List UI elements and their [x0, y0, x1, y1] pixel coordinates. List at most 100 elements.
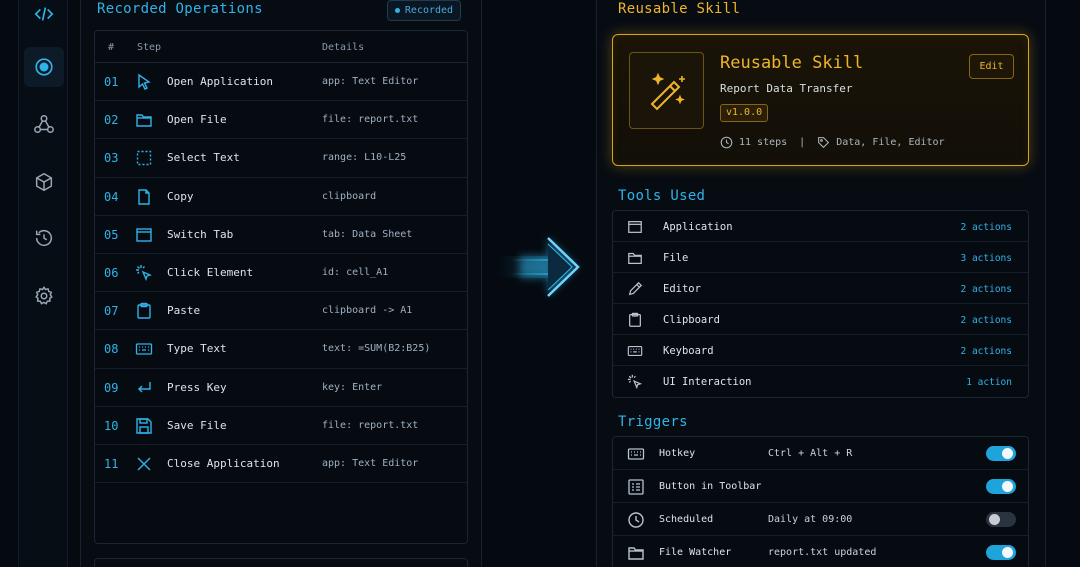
step-details: text: =SUM(B2:B25) [322, 343, 431, 355]
folder-icon [627, 250, 643, 266]
close-icon [135, 455, 153, 473]
tool-name: Application [663, 221, 733, 233]
trigger-row: Hotkey Ctrl + Alt + R [613, 437, 1028, 470]
edit-button[interactable]: Edit [969, 54, 1014, 79]
step-label: Paste [167, 304, 201, 318]
trigger-name: Button in Toolbar [659, 481, 762, 492]
clock-icon [627, 511, 645, 529]
tool-action-count: 2 actions [960, 284, 1012, 295]
step-details: app: Text Editor [322, 457, 419, 469]
tool-name: Clipboard [663, 314, 720, 326]
skill-card[interactable]: Reusable Skill Report Data Transfer v1.0… [612, 34, 1029, 166]
tool-name: File [663, 252, 689, 264]
history-icon[interactable] [24, 218, 64, 258]
recorded-badge: Recorded [387, 0, 461, 21]
table-row[interactable]: 06 Click Element id: cell_A1 [95, 254, 467, 293]
step-number: 04 [104, 189, 119, 204]
tool-row[interactable]: Application 2 actions [613, 211, 1028, 242]
tools-used-list: Application 2 actions File 3 actions Editor 2… [612, 210, 1029, 398]
pencil-icon [627, 281, 643, 297]
tool-row[interactable]: File 3 actions [613, 242, 1028, 273]
tool-name: Keyboard [663, 345, 714, 357]
table-row[interactable]: 09 Press Key key: Enter [95, 369, 467, 407]
recorded-operations-title: Recorded Operations [97, 1, 263, 17]
step-number: 10 [104, 418, 119, 433]
operations-table: # Step Details 01 Open Application app: Te… [94, 30, 468, 544]
column-header-step: Step [137, 42, 162, 53]
trigger-name: Scheduled [659, 514, 714, 525]
copy-icon [135, 188, 153, 206]
step-details: key: Enter [322, 381, 383, 393]
tool-row[interactable]: UI Interaction 1 action [613, 366, 1028, 397]
reusable-skill-section-title: Reusable Skill [618, 1, 741, 17]
code-icon[interactable] [24, 0, 64, 34]
window-icon [627, 219, 643, 235]
keyboard-icon [627, 343, 643, 359]
tool-action-count: 2 actions [960, 315, 1012, 326]
table-row[interactable]: 11 Close Application app: Text Editor [95, 445, 467, 484]
step-label: Switch Tab [167, 227, 234, 241]
step-label: Press Key [167, 380, 227, 394]
clipboard-icon [135, 302, 153, 320]
step-label: Type Text [167, 342, 227, 356]
record-icon[interactable] [24, 47, 64, 87]
tool-row[interactable]: Clipboard 2 actions [613, 304, 1028, 335]
step-number: 08 [104, 342, 119, 357]
table-row[interactable]: 07 Paste clipboard -> A1 [95, 292, 467, 331]
status-dot [394, 8, 400, 13]
column-header-details: Details [322, 42, 365, 53]
step-label: Select Text [167, 151, 240, 165]
step-details: app: Text Editor [322, 76, 419, 87]
table-row[interactable]: 04 Copy clipboard [95, 178, 467, 216]
tool-action-count: 2 actions [960, 222, 1012, 233]
transform-arrow-icon [490, 222, 590, 312]
magic-wand-icon [629, 52, 704, 129]
trigger-toggle[interactable] [986, 446, 1016, 461]
tag-icon [818, 137, 830, 149]
tool-name: UI Interaction [663, 376, 752, 388]
trigger-toggle[interactable] [986, 545, 1016, 560]
network-icon[interactable] [24, 104, 64, 144]
clipboard-icon [627, 312, 643, 328]
trigger-toggle[interactable] [986, 512, 1016, 527]
trigger-row: Button in Toolbar [613, 470, 1028, 503]
tool-rows: Application 2 actions File 3 actions Editor 2… [613, 211, 1028, 397]
step-label: Open File [167, 113, 227, 127]
click-icon [627, 374, 643, 390]
skill-name: Reusable Skill [720, 53, 864, 73]
skill-subtitle: Report Data Transfer [720, 82, 853, 95]
tool-row[interactable]: Editor 2 actions [613, 273, 1028, 304]
trigger-row: File Watcher report.txt updated [613, 536, 1028, 567]
step-number: 02 [104, 113, 119, 128]
meta-separator: | [799, 137, 806, 148]
toggle-knob [1002, 481, 1013, 492]
trigger-value: Daily at 09:00 [768, 514, 853, 525]
tool-action-count: 3 actions [960, 253, 1012, 264]
toggle-knob [1002, 448, 1013, 459]
enter-icon [135, 379, 153, 397]
table-row[interactable]: 03 Select Text range: L10-L25 [95, 139, 467, 178]
step-details: clipboard [322, 190, 377, 202]
recorded-badge-label: Recorded [404, 5, 454, 16]
table-row[interactable]: 08 Type Text text: =SUM(B2:B25) [95, 330, 467, 369]
tool-action-count: 1 action [966, 377, 1012, 388]
trigger-row: Scheduled Daily at 09:00 [613, 503, 1028, 536]
toolbar-icon [627, 478, 645, 496]
settings-icon[interactable] [24, 276, 64, 316]
table-row[interactable]: 05 Switch Tab tab: Data Sheet [95, 216, 467, 254]
table-row[interactable]: 01 Open Application app: Text Editor [95, 63, 467, 102]
trigger-toggle[interactable] [986, 479, 1016, 494]
trigger-name: Hotkey [659, 448, 696, 459]
table-row[interactable]: 10 Save File file: report.txt [95, 407, 467, 445]
cube-icon[interactable] [24, 162, 64, 202]
step-number: 01 [104, 75, 119, 89]
step-label: Open Application [167, 75, 273, 88]
select-icon [135, 149, 153, 167]
step-number: 09 [104, 380, 119, 395]
trigger-value: report.txt updated [768, 547, 877, 558]
table-row[interactable]: 02 Open File file: report.txt [95, 101, 467, 140]
tool-row[interactable]: Keyboard 2 actions [613, 335, 1028, 366]
tool-name: Editor [663, 283, 701, 295]
step-details: clipboard -> A1 [322, 305, 413, 317]
table-header: # Step Details [95, 31, 467, 63]
